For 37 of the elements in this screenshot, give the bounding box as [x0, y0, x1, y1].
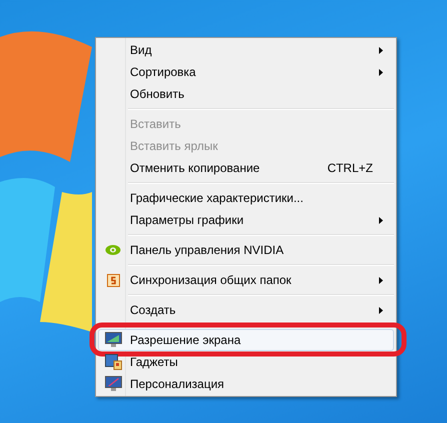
shortcut-label: CTRL+Z	[327, 160, 373, 177]
menu-item[interactable]: Обновить	[98, 83, 394, 105]
menu-item-label: Графические характеристики...	[130, 190, 304, 207]
menu-item-label: Обновить	[130, 86, 184, 103]
eye-logo-icon	[105, 244, 121, 256]
menu-item-label: Разрешение экрана	[130, 332, 241, 349]
menu-item-label: Синхронизация общих папок	[130, 272, 292, 289]
menu-item[interactable]: Панель управления NVIDIA	[98, 239, 394, 261]
submenu-arrow-icon	[379, 216, 383, 224]
monitor-icon	[104, 376, 122, 392]
menu-item-label: Панель управления NVIDIA	[130, 242, 284, 259]
menu-item[interactable]: Разрешение экрана	[98, 329, 394, 351]
submenu-arrow-icon	[379, 276, 383, 284]
menu-item[interactable]: Графические характеристики...	[98, 187, 394, 209]
menu-item-label: Вид	[130, 42, 152, 59]
monitor-icon	[104, 332, 122, 348]
menu-item-label: Гаджеты	[130, 354, 178, 371]
gadgets-icon	[104, 354, 122, 370]
menu-item[interactable]: Сортировка	[98, 61, 394, 83]
menu-item-label: Вставить	[130, 116, 181, 133]
menu-item-label: Параметры графики	[130, 212, 244, 229]
submenu-arrow-icon	[379, 306, 383, 314]
menu-item[interactable]: Синхронизация общих папок	[98, 269, 394, 291]
menu-item[interactable]: Отменить копирование CTRL+Z	[98, 157, 394, 179]
menu-item[interactable]: Гаджеты	[98, 351, 394, 373]
submenu-arrow-icon	[379, 46, 383, 54]
menu-item-label: Персонализация	[130, 376, 224, 393]
menu-item-label: Сортировка	[130, 64, 196, 81]
menu-item-label: Создать	[130, 302, 176, 319]
menu-item[interactable]: Персонализация	[98, 373, 394, 395]
document-icon	[106, 274, 120, 286]
menu-item-label: Отменить копирование	[130, 160, 260, 177]
menu-item[interactable]: Создать	[98, 299, 394, 321]
menu-item-label: Вставить ярлык	[130, 138, 218, 155]
menu-item[interactable]: Параметры графики	[98, 209, 394, 231]
menu-item[interactable]: Вид	[98, 39, 394, 61]
submenu-arrow-icon	[379, 68, 383, 76]
